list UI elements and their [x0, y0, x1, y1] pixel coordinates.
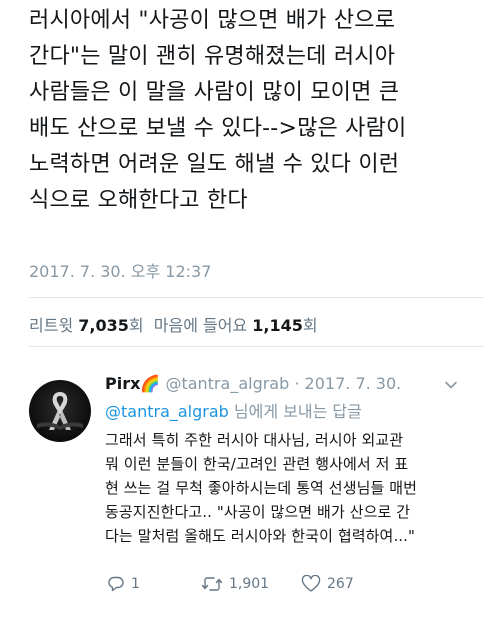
reply-text: 그래서 특히 주한 러시아 대사님, 러시아 외교관 뭐 이런 분들이 한국/고… — [105, 428, 484, 548]
reply-author-handle[interactable]: @tantra_algrab — [165, 374, 289, 393]
likes-unit: 회 — [302, 316, 318, 335]
reply-icon — [108, 576, 124, 592]
reply-author-name[interactable]: Pirx🌈 — [105, 374, 160, 393]
reply-date[interactable]: 2017. 7. 30. — [305, 374, 402, 393]
tweet-line: 러시아에서 "사공이 많으면 배가 산으로 — [29, 8, 396, 33]
like-button[interactable]: 267 — [301, 575, 354, 593]
tweet-line: 식으로 오해한다고 한다 — [29, 188, 248, 213]
heart-icon — [301, 575, 321, 592]
reply-button[interactable]: 1 — [107, 575, 140, 593]
like-count: 267 — [327, 576, 354, 592]
retweet-count: 1,901 — [229, 576, 270, 592]
retweet-button[interactable]: 1,901 — [201, 575, 269, 593]
reply-actions: 1 1,901 267 — [105, 575, 484, 599]
tweet-line: 간다"는 말이 괜히 유명해졌는데 러시아 — [29, 44, 396, 69]
retweets-unit: 회 — [128, 316, 144, 335]
tweet-text: 러시아에서 "사공이 많으면 배가 산으로 간다"는 말이 괜히 유명해졌는데 … — [29, 3, 479, 219]
reply-to-mention[interactable]: @tantra_algrab — [105, 402, 229, 421]
likes-stat[interactable]: 마음에 들어요 1,145회 — [154, 316, 318, 335]
caret-down-icon[interactable] — [444, 378, 458, 392]
tweet-line: 노력하면 어려운 일도 해낼 수 있다 이런 — [29, 152, 400, 177]
reply-to-suffix: 님에게 보내는 답글 — [233, 402, 362, 421]
likes-label: 마음에 들어요 — [153, 316, 248, 335]
divider — [29, 297, 484, 298]
reply-separator: · — [294, 374, 300, 393]
reply-header: Pirx🌈 @tantra_algrab · 2017. 7. 30. — [105, 374, 401, 393]
reply-to-line: @tantra_algrab 님에게 보내는 답글 — [105, 398, 362, 422]
tweet-line: 사람들은 이 말을 사람이 많이 모이면 큰 — [29, 80, 400, 105]
reply-count: 1 — [131, 576, 140, 592]
reply-line: 다는 말처럼 올해도 러시아와 한국이 협력하여..." — [105, 527, 416, 545]
retweet-icon — [201, 577, 223, 591]
divider — [29, 346, 484, 347]
retweets-stat[interactable]: 리트윗 7,035회 — [29, 316, 144, 335]
reply-line: 현 쓰는 걸 무척 좋아하시는데 통역 선생님들 매번 — [105, 479, 418, 497]
retweets-count: 7,035 — [78, 316, 129, 335]
likes-count: 1,145 — [252, 316, 303, 335]
avatar[interactable] — [29, 380, 91, 442]
tweet-stats: 리트윗 7,035회 마음에 들어요 1,145회 — [29, 312, 318, 336]
reply-line: 그래서 특히 주한 러시아 대사님, 러시아 외교관 — [105, 431, 404, 449]
tweet-line: 배도 산으로 보낼 수 있다-->많은 사람이 — [29, 116, 407, 141]
tweet-timestamp[interactable]: 2017. 7. 30. 오후 12:37 — [29, 258, 211, 282]
retweets-label: 리트윗 — [29, 316, 74, 335]
reply-line: 동공지진한다고.. "사공이 많으면 배가 산으로 간 — [105, 503, 411, 521]
reply-line: 뭐 이런 분들이 한국/고려인 관련 행사에서 저 표 — [105, 455, 409, 473]
ribbon-icon — [37, 392, 83, 430]
